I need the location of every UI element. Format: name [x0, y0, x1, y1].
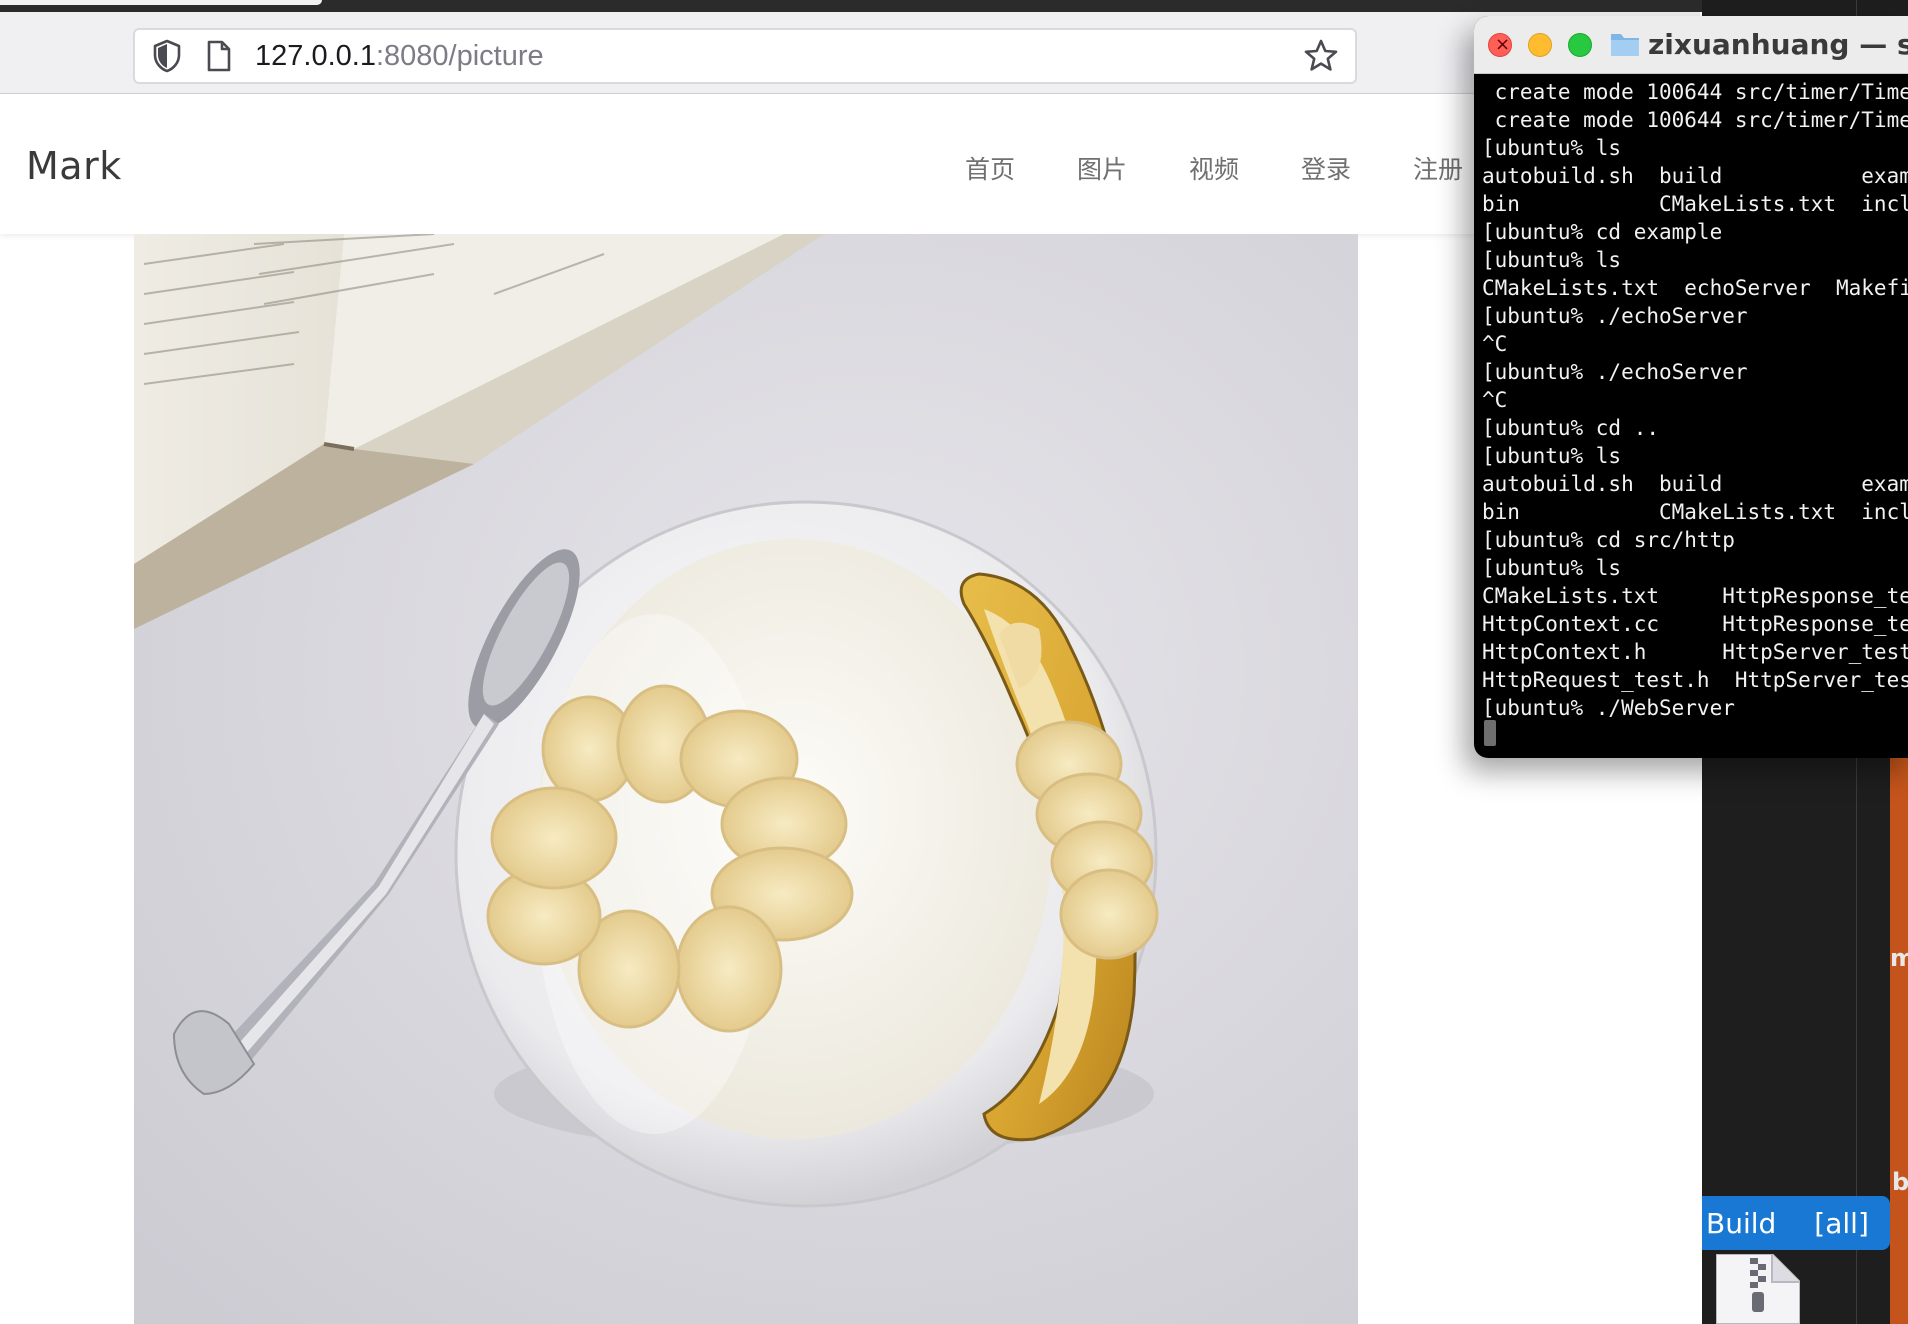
nav-link-pictures[interactable]: 图片	[1077, 150, 1189, 186]
star-icon[interactable]	[1301, 36, 1341, 76]
close-window-button[interactable]: ×	[1488, 33, 1512, 57]
food-photo	[134, 234, 1358, 1324]
nav-link-login[interactable]: 登录	[1301, 150, 1413, 186]
terminal-title: zixuanhuang — ssh z	[1648, 28, 1908, 61]
terminal-line: [ubuntu% cd example	[1482, 220, 1723, 244]
terminal-line: [ubuntu% ls	[1482, 136, 1622, 160]
browser-tab-strip	[0, 0, 1908, 12]
active-tab[interactable]	[0, 0, 322, 5]
zip-file-icon[interactable]	[1715, 1253, 1801, 1324]
terminal-line: create mode 100644 src/timer/Timer(	[1482, 108, 1908, 132]
terminal-line: bin CMakeLists.txt inclu	[1482, 192, 1908, 216]
terminal-line: CMakeLists.txt echoServer Makefil	[1482, 276, 1908, 300]
nav-links: 首页 图片 视频 登录 注册	[965, 150, 1525, 186]
brand-logo[interactable]: Mark	[26, 144, 122, 188]
build-status-bar[interactable]: Build [all]	[1702, 1196, 1890, 1250]
maximize-window-button[interactable]	[1568, 33, 1592, 57]
terminal-line: [ubuntu% ./WebServer	[1482, 696, 1735, 720]
editor-accent-panel	[1890, 740, 1908, 1324]
terminal-line: HttpContext.cc HttpResponse_tes	[1482, 612, 1908, 636]
nav-link-home[interactable]: 首页	[965, 150, 1077, 186]
terminal-line: HttpContext.h HttpServer_test	[1482, 640, 1908, 664]
terminal-line: [ubuntu% ls	[1482, 444, 1622, 468]
terminal-line: [ubuntu% ls	[1482, 248, 1622, 272]
minimize-window-button[interactable]	[1528, 33, 1552, 57]
terminal-line: create mode 100644 src/timer/Timer	[1482, 80, 1908, 104]
close-icon: ×	[1495, 34, 1511, 55]
terminal-line: autobuild.sh build examp	[1482, 472, 1908, 496]
browser-toolbar: 127.0.0.1:8080/picture	[0, 12, 1700, 94]
terminal-window[interactable]: × zixuanhuang — ssh z create mode 100644…	[1474, 16, 1908, 758]
build-target[interactable]: [all]	[1814, 1207, 1869, 1240]
terminal-line: [ubuntu% ls	[1482, 556, 1622, 580]
terminal-line: ^C	[1482, 332, 1508, 356]
terminal-line: HttpRequest_test.h HttpServer_test	[1482, 668, 1908, 692]
terminal-line: [ubuntu% cd ..	[1482, 416, 1660, 440]
url-host: 127.0.0.1	[255, 39, 376, 72]
terminal-line: bin CMakeLists.txt inclu	[1482, 500, 1908, 524]
terminal-line: CMakeLists.txt HttpResponse_tes	[1482, 584, 1908, 608]
nav-link-videos[interactable]: 视频	[1189, 150, 1301, 186]
site-navbar: Mark 首页 图片 视频 登录 注册	[0, 94, 1700, 234]
build-label[interactable]: Build	[1706, 1207, 1776, 1240]
shield-icon[interactable]	[147, 36, 187, 76]
page-icon[interactable]	[199, 36, 239, 76]
terminal-line: [ubuntu% cd src/http	[1482, 528, 1735, 552]
terminal-line: [ubuntu% ./echoServer	[1482, 360, 1748, 384]
terminal-output[interactable]: create mode 100644 src/timer/Timer creat…	[1474, 78, 1908, 722]
address-bar[interactable]: 127.0.0.1:8080/picture	[133, 28, 1357, 84]
folder-icon	[1610, 30, 1640, 63]
url-path: :8080/picture	[375, 39, 544, 72]
url-text[interactable]: 127.0.0.1:8080/picture	[255, 40, 544, 73]
terminal-line: autobuild.sh build examp	[1482, 164, 1908, 188]
terminal-line: ^C	[1482, 388, 1508, 412]
terminal-titlebar[interactable]: × zixuanhuang — ssh z	[1474, 16, 1908, 74]
editor-text-fragment: b	[1892, 1168, 1908, 1196]
terminal-cursor	[1484, 720, 1496, 746]
editor-text-fragment: m	[1890, 944, 1908, 972]
terminal-line: [ubuntu% ./echoServer	[1482, 304, 1748, 328]
